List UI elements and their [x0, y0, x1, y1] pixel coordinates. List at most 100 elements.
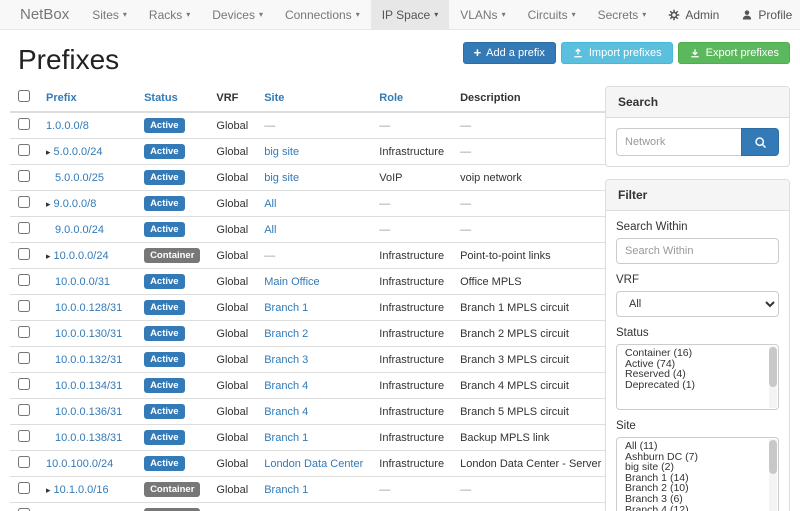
add-a-prefix-button[interactable]: +Add a prefix — [463, 42, 556, 64]
filter-label-status: Status — [616, 327, 779, 339]
row-checkbox[interactable] — [18, 170, 30, 182]
nav-item-connections[interactable]: Connections▾ — [274, 0, 371, 29]
prefix-link[interactable]: 1.0.0.0/8 — [46, 120, 89, 132]
listbox-option[interactable]: Branch 2 (10) — [617, 483, 778, 494]
listbox-option[interactable]: All (11) — [617, 441, 778, 452]
sort-link-site[interactable]: Site — [264, 92, 284, 104]
prefix-link[interactable]: 10.0.100.0/24 — [46, 458, 113, 470]
row-checkbox[interactable] — [18, 352, 30, 364]
filter-panel-heading: Filter — [606, 180, 789, 211]
expand-toggle-icon[interactable]: ▸ — [46, 485, 51, 495]
prefix-link[interactable]: 10.0.0.136/31 — [55, 406, 122, 418]
expand-toggle-icon[interactable]: ▸ — [46, 147, 51, 157]
listbox-option[interactable]: Ashburn DC (7) — [617, 452, 778, 463]
description-value: Branch 5 MPLS circuit — [460, 406, 569, 418]
site-link[interactable]: Main Office — [264, 276, 319, 288]
row-checkbox[interactable] — [18, 196, 30, 208]
row-checkbox[interactable] — [18, 222, 30, 234]
row-checkbox[interactable] — [18, 456, 30, 468]
filter-select-vrf[interactable]: All — [616, 291, 779, 317]
table-header-row: PrefixStatusVRFSiteRoleDescription — [10, 86, 653, 112]
prefix-link[interactable]: 10.1.0.0/16 — [54, 484, 109, 496]
site-link[interactable]: London Data Center — [264, 458, 363, 470]
prefix-link[interactable]: 10.0.0.128/31 — [55, 302, 122, 314]
nav-item-circuits[interactable]: Circuits▾ — [517, 0, 587, 29]
row-checkbox[interactable] — [18, 326, 30, 338]
prefix-link[interactable]: 9.0.0.0/24 — [55, 224, 104, 236]
export-prefixes-button[interactable]: Export prefixes — [678, 42, 790, 64]
status-badge: Active — [144, 196, 185, 211]
site-link[interactable]: Branch 4 — [264, 380, 308, 392]
row-checkbox[interactable] — [18, 118, 30, 130]
sort-link-prefix[interactable]: Prefix — [46, 92, 77, 104]
site-link[interactable]: Branch 1 — [264, 484, 308, 496]
prefix-link[interactable]: 10.0.0.0/24 — [54, 250, 109, 262]
site-link[interactable]: Branch 1 — [264, 302, 308, 314]
site-link[interactable]: Branch 3 — [264, 354, 308, 366]
nav-item-admin[interactable]: Admin — [657, 0, 730, 29]
row-checkbox[interactable] — [18, 274, 30, 286]
site-link[interactable]: All — [264, 224, 276, 236]
listbox-option[interactable]: Branch 3 (6) — [617, 494, 778, 505]
role-value: Infrastructure — [379, 406, 444, 418]
prefix-link[interactable]: 5.0.0.0/24 — [54, 146, 103, 158]
select-all-checkbox[interactable] — [18, 90, 30, 102]
brand-link[interactable]: NetBox — [8, 0, 81, 29]
listbox-option[interactable]: big site (2) — [617, 462, 778, 473]
nav-item-vlans[interactable]: VLANs▾ — [449, 0, 516, 29]
search-panel-heading: Search — [606, 87, 789, 118]
prefix-link[interactable]: 10.0.0.134/31 — [55, 380, 122, 392]
expand-toggle-icon[interactable]: ▸ — [46, 251, 51, 261]
listbox-option[interactable]: Reserved (4) — [617, 369, 778, 380]
nav-item-sites[interactable]: Sites▾ — [81, 0, 138, 29]
row-checkbox[interactable] — [18, 144, 30, 156]
site-link[interactable]: big site — [264, 146, 299, 158]
sort-link-status[interactable]: Status — [144, 92, 178, 104]
nav-item-profile[interactable]: Profile — [730, 0, 800, 29]
description-empty: — — [460, 198, 471, 210]
listbox-option[interactable]: Branch 4 (12) — [617, 505, 778, 511]
prefix-link[interactable]: 9.0.0.0/8 — [54, 198, 97, 210]
prefix-link[interactable]: 10.0.0.132/31 — [55, 354, 122, 366]
vrf-value: Global — [216, 328, 248, 340]
filter-input-search-within[interactable] — [616, 238, 779, 264]
row-checkbox[interactable] — [18, 482, 30, 494]
row-checkbox[interactable] — [18, 248, 30, 260]
expand-toggle-icon[interactable]: ▸ — [46, 199, 51, 209]
search-input[interactable] — [616, 128, 741, 156]
nav-item-secrets[interactable]: Secrets▾ — [587, 0, 658, 29]
listbox-option[interactable]: Container (16) — [617, 348, 778, 359]
chevron-down-icon: ▾ — [186, 10, 190, 19]
export-icon — [689, 47, 701, 59]
nav-item-ip-space[interactable]: IP Space▾ — [371, 0, 450, 29]
nav-item-racks[interactable]: Racks▾ — [138, 0, 201, 29]
prefix-link[interactable]: 10.0.0.130/31 — [55, 328, 122, 340]
site-link[interactable]: Branch 2 — [264, 328, 308, 340]
vrf-value: Global — [216, 250, 248, 262]
nav-item-devices[interactable]: Devices▾ — [201, 0, 274, 29]
import-prefixes-button[interactable]: Import prefixes — [561, 42, 673, 64]
table-row: 10.0.0.138/31ActiveGlobalBranch 1Infrast… — [10, 425, 653, 451]
listbox-option[interactable]: Deprecated (1) — [617, 380, 778, 391]
site-link[interactable]: All — [264, 198, 276, 210]
row-checkbox[interactable] — [18, 300, 30, 312]
filter-label-search-within: Search Within — [616, 221, 779, 233]
site-link[interactable]: Branch 4 — [264, 406, 308, 418]
search-button[interactable] — [741, 128, 779, 156]
listbox-option[interactable]: Active (74) — [617, 359, 778, 370]
listbox-option[interactable]: Branch 1 (14) — [617, 473, 778, 484]
sort-link-role[interactable]: Role — [379, 92, 403, 104]
prefix-link[interactable]: 5.0.0.0/25 — [55, 172, 104, 184]
scrollbar-thumb[interactable] — [769, 347, 777, 387]
filter-listbox-status[interactable]: Container (16)Active (74)Reserved (4)Dep… — [616, 344, 779, 410]
row-checkbox[interactable] — [18, 430, 30, 442]
row-checkbox[interactable] — [18, 378, 30, 390]
scrollbar-thumb[interactable] — [769, 440, 777, 474]
prefix-link[interactable]: 10.0.0.0/31 — [55, 276, 110, 288]
site-link[interactable]: Branch 1 — [264, 432, 308, 444]
filter-listbox-site[interactable]: All (11)Ashburn DC (7)big site (2)Branch… — [616, 437, 779, 511]
row-checkbox[interactable] — [18, 404, 30, 416]
search-panel: Search — [605, 86, 790, 167]
prefix-link[interactable]: 10.0.0.138/31 — [55, 432, 122, 444]
site-link[interactable]: big site — [264, 172, 299, 184]
